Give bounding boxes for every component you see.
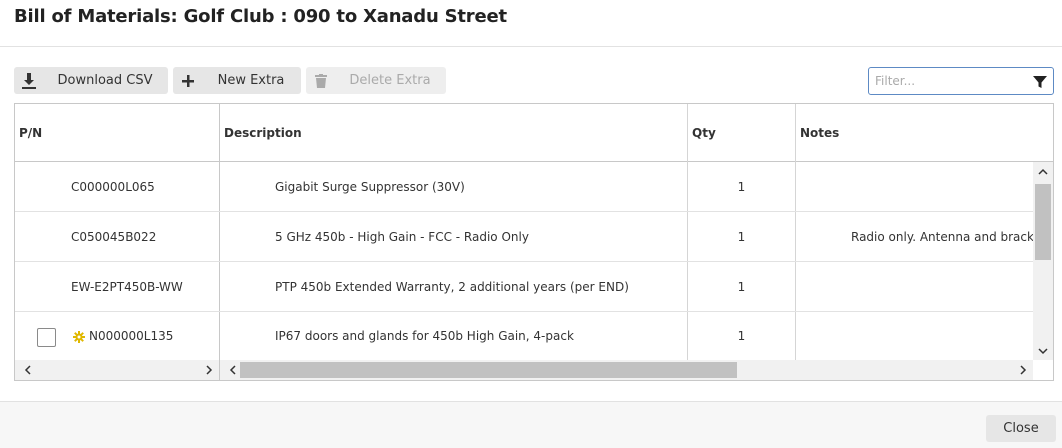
description-cell: 5 GHz 450b - High Gain - FCC - Radio Onl… xyxy=(275,230,529,244)
scroll-up-icon[interactable] xyxy=(1033,162,1053,180)
new-extra-label: New Extra xyxy=(217,73,285,88)
qty-cell: 1 xyxy=(737,280,746,294)
pn-cell: C000000L065 xyxy=(71,180,155,194)
column-header-pn[interactable]: P/N xyxy=(15,104,219,162)
qty-cell: 1 xyxy=(737,329,746,343)
filter-input[interactable] xyxy=(875,71,1025,91)
pn-cell: N000000L135 xyxy=(89,329,174,343)
delete-extra-button[interactable]: Delete Extra xyxy=(306,67,446,94)
pn-cell: EW-E2PT450B-WW xyxy=(71,280,183,294)
notes-cell xyxy=(851,162,1033,212)
qty-cell: 1 xyxy=(737,180,746,194)
column-header-description[interactable]: Description xyxy=(220,104,687,162)
scroll-left-icon[interactable] xyxy=(222,361,242,379)
scroll-right-icon[interactable] xyxy=(1013,361,1033,379)
filter-icon[interactable] xyxy=(1033,74,1047,88)
table-row[interactable]: N000000L135 IP67 doors and glands for 45… xyxy=(15,312,1033,362)
table-row[interactable]: C000000L065 Gigabit Surge Suppressor (30… xyxy=(15,162,1033,212)
pinned-horizontal-scrollbar[interactable] xyxy=(15,360,219,380)
extra-item-icon xyxy=(73,331,85,343)
trash-icon xyxy=(310,67,332,94)
vertical-scroll-thumb[interactable] xyxy=(1035,184,1051,260)
description-cell: PTP 450b Extended Warranty, 2 additional… xyxy=(275,280,629,294)
close-button[interactable]: Close xyxy=(986,415,1056,442)
horizontal-scroll-thumb[interactable] xyxy=(240,362,737,378)
table-row[interactable]: EW-E2PT450B-WW PTP 450b Extended Warrant… xyxy=(15,262,1033,312)
download-icon xyxy=(18,67,40,94)
download-csv-label: Download CSV xyxy=(57,73,153,88)
column-header-qty[interactable]: Qty xyxy=(688,104,795,162)
scroll-left-icon[interactable] xyxy=(17,361,37,379)
qty-cell: 1 xyxy=(737,230,746,244)
dialog-title: Bill of Materials: Golf Club : 090 to Xa… xyxy=(14,6,507,27)
table-row[interactable]: C050045B022 5 GHz 450b - High Gain - FCC… xyxy=(15,212,1033,262)
column-header-notes[interactable]: Notes xyxy=(796,104,1033,162)
description-cell: IP67 doors and glands for 450b High Gain… xyxy=(275,329,574,343)
notes-cell: Radio only. Antenna and bracke xyxy=(851,230,1033,244)
vertical-scrollbar[interactable] xyxy=(1033,162,1053,360)
bom-grid: P/N Description Qty Notes C000000L065 Gi… xyxy=(14,103,1054,381)
row-select-checkbox[interactable] xyxy=(37,328,56,347)
main-horizontal-scrollbar[interactable] xyxy=(220,360,1033,380)
grid-header: P/N Description Qty Notes xyxy=(15,104,1053,162)
scroll-down-icon[interactable] xyxy=(1033,342,1053,360)
download-csv-button[interactable]: Download CSV xyxy=(14,67,168,94)
notes-cell xyxy=(851,262,1033,312)
scroll-right-icon[interactable] xyxy=(199,361,219,379)
description-cell: Gigabit Surge Suppressor (30V) xyxy=(275,180,465,194)
delete-extra-label: Delete Extra xyxy=(349,73,431,88)
pn-cell: C050045B022 xyxy=(71,230,157,244)
notes-cell xyxy=(851,312,1033,360)
plus-icon xyxy=(177,67,199,94)
title-divider xyxy=(0,46,1062,47)
new-extra-button[interactable]: New Extra xyxy=(173,67,301,94)
dialog-footer xyxy=(0,402,1062,448)
filter-box xyxy=(868,67,1054,95)
